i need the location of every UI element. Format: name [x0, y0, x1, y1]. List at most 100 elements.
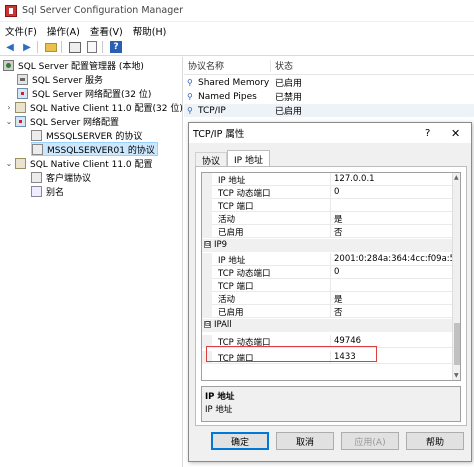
- property-description: IP 地址 IP 地址: [201, 386, 461, 422]
- collapse-chevron-icon[interactable]: ⌄: [5, 117, 13, 126]
- menu-help[interactable]: 帮助(H): [128, 24, 172, 38]
- tree-item-client-protocols[interactable]: 客户端协议: [31, 171, 91, 184]
- alias-icon: [31, 186, 42, 197]
- tree-item-label: SQL Native Client 11.0 配置(32 位): [30, 104, 183, 114]
- apply-button[interactable]: 应用(A): [341, 432, 399, 450]
- tree-root[interactable]: SQL Server 配置管理器 (本地): [3, 59, 144, 72]
- menu-action[interactable]: 操作(A): [42, 24, 85, 38]
- collapse-icon[interactable]: ⊟: [204, 241, 211, 248]
- property-value[interactable]: 0: [334, 267, 452, 277]
- server-config-icon: [3, 60, 14, 71]
- column-header-protocol-name[interactable]: 协议名称: [188, 59, 224, 72]
- tree-item-mssqlserver01-protocols[interactable]: MSSQLSERVER01 的协议: [31, 142, 158, 156]
- section-name: IP9: [214, 240, 228, 250]
- row-gutter: [202, 173, 212, 186]
- tree-item-network-config-32[interactable]: SQL Server 网络配置(32 位): [17, 87, 151, 100]
- protocols-icon: [31, 172, 42, 183]
- menu-file[interactable]: 文件(F): [0, 24, 42, 38]
- tab-ip-addresses[interactable]: IP 地址: [227, 150, 270, 167]
- tree-item-aliases[interactable]: 别名: [31, 185, 64, 198]
- property-value[interactable]: 2001:0:284a:364:4cc:f09a:5066:57: [334, 254, 452, 264]
- table-row[interactable]: TCP 动态端口 0: [202, 186, 452, 199]
- description-text: IP 地址: [205, 405, 233, 415]
- property-value[interactable]: 否: [334, 306, 452, 318]
- property-name: 已启用: [218, 228, 244, 238]
- collapse-chevron-icon[interactable]: ⌄: [5, 159, 13, 168]
- console-tree: SQL Server 配置管理器 (本地) SQL Server 服务 SQL …: [0, 57, 183, 467]
- column-divider[interactable]: [270, 60, 271, 72]
- property-name: TCP 动态端口: [218, 269, 271, 279]
- up-folder-icon[interactable]: [44, 40, 58, 54]
- scroll-thumb[interactable]: [454, 323, 460, 365]
- back-arrow-icon[interactable]: ◀: [3, 40, 17, 54]
- ok-button[interactable]: 确定: [211, 432, 269, 450]
- table-row[interactable]: 已启用 否: [202, 305, 452, 318]
- protocol-name: TCP/IP: [198, 105, 226, 116]
- table-row[interactable]: TCP 端口: [202, 279, 452, 292]
- table-row[interactable]: 活动 是: [202, 212, 452, 225]
- forward-arrow-icon[interactable]: ▶: [20, 40, 34, 54]
- protocol-icon: ⚲: [187, 106, 193, 115]
- property-value[interactable]: 49746: [334, 336, 452, 346]
- row-gutter: [202, 253, 212, 266]
- property-name: 活动: [218, 215, 236, 225]
- section-ip9[interactable]: ⊟ IP9: [202, 239, 452, 252]
- tree-item-native-client-32[interactable]: › SQL Native Client 11.0 配置(32 位): [5, 101, 183, 114]
- expand-chevron-icon[interactable]: ›: [5, 103, 13, 112]
- column-divider: [330, 186, 331, 199]
- export-icon[interactable]: [85, 40, 99, 54]
- tree-item-label: MSSQLSERVER01 的协议: [47, 145, 155, 156]
- table-row[interactable]: IP 地址 2001:0:284a:364:4cc:f09a:5066:57: [202, 253, 452, 266]
- tree-item-network-config[interactable]: ⌄ SQL Server 网络配置: [5, 115, 119, 128]
- table-row[interactable]: TCP 动态端口 0: [202, 266, 452, 279]
- list-item[interactable]: ⚲ Named Pipes 已禁用: [184, 90, 474, 104]
- tab-protocol[interactable]: 协议: [195, 152, 228, 167]
- tree-root-label: SQL Server 配置管理器 (本地): [18, 62, 144, 72]
- property-value[interactable]: 0: [334, 187, 452, 197]
- column-divider: [330, 279, 331, 292]
- help-button[interactable]: 帮助: [406, 432, 464, 450]
- property-value[interactable]: 否: [334, 226, 452, 238]
- collapse-icon[interactable]: ⊟: [204, 321, 211, 328]
- protocol-icon: ⚲: [187, 78, 193, 87]
- window-title-bar: Sql Server Configuration Manager: [0, 0, 474, 22]
- protocol-state: 已启用: [275, 107, 303, 117]
- property-value[interactable]: 是: [334, 293, 452, 305]
- cancel-button[interactable]: 取消: [276, 432, 334, 450]
- menu-view[interactable]: 查看(V): [85, 24, 128, 38]
- dialog-title: TCP/IP 属性: [193, 129, 245, 140]
- tree-item-sql-services[interactable]: SQL Server 服务: [17, 73, 103, 86]
- toolbar-separator: [102, 41, 103, 53]
- help-icon[interactable]: ?: [109, 40, 123, 54]
- scroll-up-icon[interactable]: ▲: [454, 174, 459, 181]
- tree-item-label: SQL Server 服务: [32, 76, 104, 86]
- table-row[interactable]: 活动 是: [202, 292, 452, 305]
- menu-bar: 文件(F) 操作(A) 查看(V) 帮助(H): [0, 22, 474, 39]
- column-divider: [330, 305, 331, 318]
- table-row[interactable]: TCP 端口: [202, 199, 452, 212]
- list-item[interactable]: ⚲ Shared Memory 已启用: [184, 76, 474, 90]
- column-header-state[interactable]: 状态: [275, 59, 293, 72]
- scroll-down-icon[interactable]: ▼: [454, 372, 459, 379]
- tree-item-mssqlserver-protocols[interactable]: MSSQLSERVER 的协议: [31, 129, 142, 142]
- list-item[interactable]: ⚲ TCP/IP 已启用: [184, 104, 474, 117]
- protocols-icon: [31, 130, 42, 141]
- tree-item-label: 客户端协议: [46, 174, 92, 184]
- help-icon[interactable]: ?: [425, 128, 430, 139]
- properties-icon[interactable]: [68, 40, 82, 54]
- vertical-scrollbar[interactable]: ▲ ▼: [452, 173, 460, 380]
- close-icon[interactable]: ✕: [451, 127, 460, 140]
- section-ipall[interactable]: ⊟ IPAll: [202, 319, 452, 332]
- row-gutter: [202, 199, 212, 212]
- column-divider: [330, 253, 331, 266]
- tree-item-label: MSSQLSERVER 的协议: [46, 132, 143, 142]
- tcp-port-highlight-box: [206, 346, 377, 362]
- property-value[interactable]: 127.0.0.1: [334, 174, 452, 184]
- column-divider: [330, 266, 331, 279]
- property-name: 已启用: [218, 308, 244, 318]
- property-value[interactable]: 是: [334, 213, 452, 225]
- tree-item-native-client[interactable]: ⌄ SQL Native Client 11.0 配置: [5, 157, 153, 170]
- ip-addresses-panel: IP 地址 127.0.0.1 TCP 动态端口 0 TCP 端口 活动 是 已…: [195, 166, 467, 426]
- table-row[interactable]: IP 地址 127.0.0.1: [202, 173, 452, 186]
- table-row[interactable]: 已启用 否: [202, 225, 452, 238]
